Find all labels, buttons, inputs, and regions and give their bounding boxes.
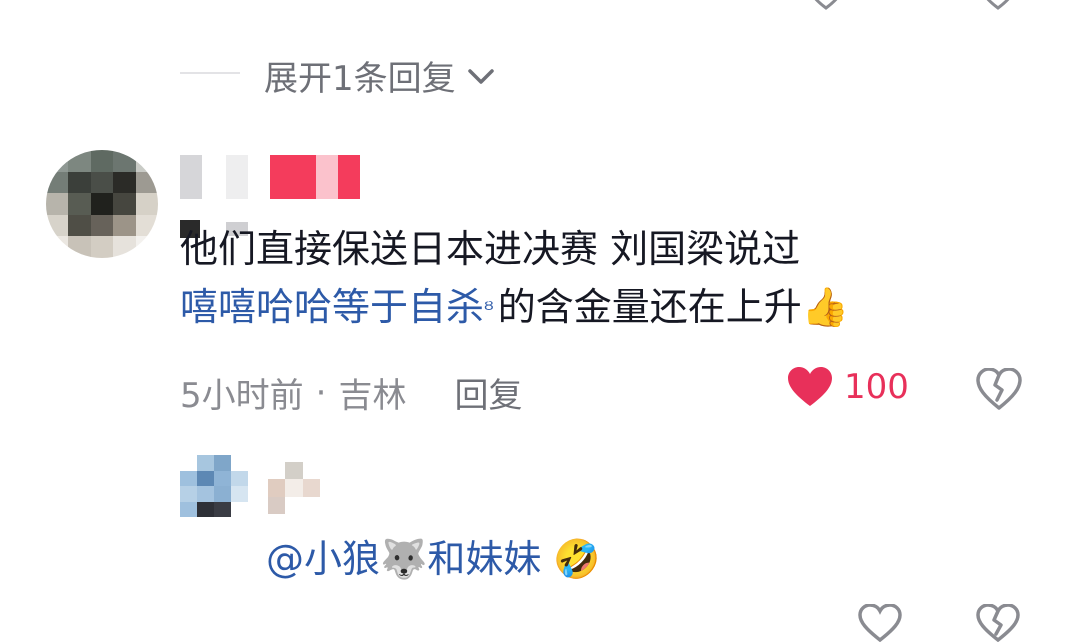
broken-heart-icon[interactable] (976, 604, 1020, 642)
expand-divider (180, 72, 240, 74)
comment-text: 他们直接保送日本进决赛 刘国梁说过 嘻嘻哈哈等于自杀ᴽ 的含金量还在上升👍 (180, 220, 1040, 336)
comment-line2-rest: 的含金量还在上升 (497, 285, 802, 329)
username-pixelated[interactable] (180, 155, 360, 199)
like-count: 100 (844, 367, 909, 407)
heart-outline-icon[interactable] (808, 0, 844, 10)
reply-username-pixelated[interactable] (268, 462, 320, 514)
thumbs-up-emoji: 👍 (801, 285, 850, 329)
reply-button[interactable]: 回复 (454, 368, 522, 417)
expand-replies-button[interactable]: 展开1条回复 (264, 51, 496, 100)
comment-meta: 5小时前 · 吉林 回复 (180, 368, 522, 417)
chevron-down-icon (467, 68, 494, 84)
search-icon[interactable]: ᴽ (484, 298, 494, 323)
like-button[interactable]: 100 (786, 366, 909, 408)
reply-avatar[interactable] (180, 455, 248, 517)
heart-outline-icon[interactable] (858, 604, 902, 642)
broken-heart-icon[interactable] (980, 0, 1016, 10)
mention-link[interactable]: @小狼🐺和妹妹 (266, 537, 541, 581)
expand-replies-label: 展开1条回复 (264, 59, 456, 99)
laughing-emoji: 🤣 (553, 537, 601, 581)
comment-location: 吉林 (338, 376, 407, 416)
broken-heart-icon[interactable] (976, 368, 1022, 410)
separator-dot: · (315, 372, 327, 413)
search-link[interactable]: 嘻嘻哈哈等于自杀 (180, 285, 484, 329)
comment-time: 5小时前 (180, 376, 304, 416)
reply-text: @小狼🐺和妹妹 🤣 (266, 528, 601, 583)
heart-filled-icon (788, 367, 832, 406)
avatar[interactable] (46, 150, 158, 258)
comment-line1: 他们直接保送日本进决赛 刘国梁说过 (180, 227, 801, 271)
